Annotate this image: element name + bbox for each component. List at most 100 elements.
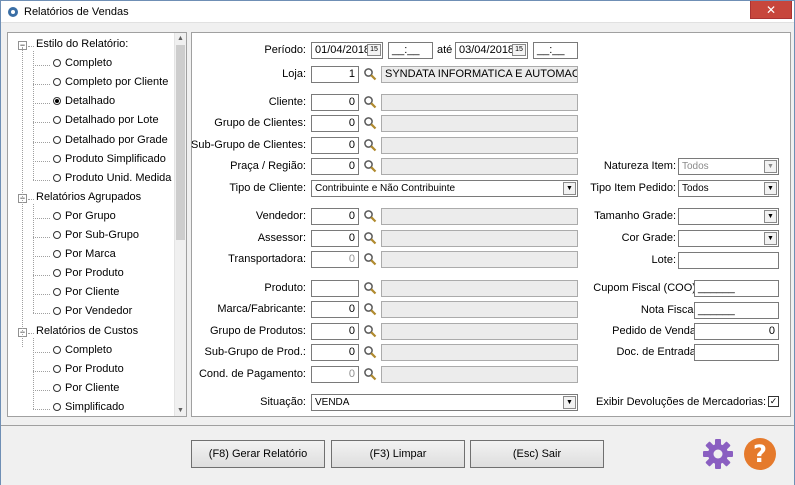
- cor-grade-select[interactable]: ▼: [678, 230, 779, 247]
- produto-code-field[interactable]: [311, 280, 359, 297]
- help-icon[interactable]: ?: [744, 438, 776, 470]
- cond-pagamento-code-field[interactable]: 0: [311, 366, 359, 383]
- radio-icon[interactable]: [53, 135, 61, 144]
- search-icon[interactable]: [363, 367, 377, 381]
- tree-radio-item[interactable]: Completo por Cliente: [53, 76, 168, 88]
- limpar-button[interactable]: (F3) Limpar: [331, 440, 465, 468]
- search-icon[interactable]: [363, 302, 377, 316]
- tree-radio-item[interactable]: Por Cliente: [53, 382, 119, 394]
- tree-radio-item[interactable]: Simplificado: [53, 401, 124, 413]
- grupo-produtos-label: Grupo de Produtos:: [209, 325, 306, 337]
- tipo-item-pedido-select[interactable]: Todos ▼: [678, 180, 779, 197]
- loja-code-field[interactable]: 1: [311, 66, 359, 83]
- tree-radio-item[interactable]: Por Cliente: [53, 286, 119, 298]
- search-icon[interactable]: [363, 209, 377, 223]
- tree-radio-item[interactable]: Produto Unid. Medida: [53, 172, 171, 184]
- vendedor-code-field[interactable]: 0: [311, 208, 359, 225]
- tree-connector: [28, 198, 34, 200]
- grupo-produtos-name-field: [381, 323, 578, 340]
- scroll-down-icon[interactable]: ▼: [177, 407, 184, 414]
- sair-button[interactable]: (Esc) Sair: [470, 440, 604, 468]
- praca-regiao-code-field[interactable]: 0: [311, 158, 359, 175]
- loja-label: Loja:: [282, 68, 306, 80]
- tree-item-label: Completo: [65, 343, 113, 356]
- search-icon[interactable]: [363, 159, 377, 173]
- radio-selected-icon[interactable]: [53, 97, 61, 106]
- marca-fabricante-code-field[interactable]: 0: [311, 301, 359, 318]
- subgrupo-prod-code-field[interactable]: 0: [311, 344, 359, 361]
- assessor-code-field[interactable]: 0: [311, 230, 359, 247]
- radio-icon[interactable]: [53, 250, 61, 259]
- tree-connector: [33, 103, 50, 105]
- subgrupo-clientes-code-field[interactable]: 0: [311, 137, 359, 154]
- radio-icon[interactable]: [53, 383, 61, 392]
- tree-radio-item[interactable]: Detalhado por Grade: [53, 134, 168, 146]
- tree-group-label[interactable]: Relatórios Agrupados: [36, 191, 141, 203]
- time-to-field[interactable]: __:__: [533, 42, 578, 59]
- natureza-item-select[interactable]: Todos ▼: [678, 158, 779, 175]
- lote-field[interactable]: [678, 252, 779, 269]
- tree-radio-item[interactable]: Por Marca: [53, 248, 116, 260]
- search-icon[interactable]: [363, 252, 377, 266]
- search-icon[interactable]: [363, 324, 377, 338]
- doc-entrada-field[interactable]: [694, 344, 779, 361]
- grupo-produtos-code-field[interactable]: 0: [311, 323, 359, 340]
- tree-group-label[interactable]: Estilo do Relatório:: [36, 38, 128, 50]
- radio-icon[interactable]: [53, 116, 61, 125]
- tree-radio-item[interactable]: Produto Simplificado: [53, 153, 166, 165]
- radio-icon[interactable]: [53, 269, 61, 278]
- tree-radio-item[interactable]: Por Grupo: [53, 210, 116, 222]
- tree-scrollbar[interactable]: ▲ ▼: [174, 33, 186, 416]
- cupom-fiscal-field[interactable]: ______: [694, 280, 779, 297]
- grupo-clientes-code-field[interactable]: 0: [311, 115, 359, 132]
- search-icon[interactable]: [363, 231, 377, 245]
- calendar-icon[interactable]: 15: [367, 44, 381, 56]
- search-icon[interactable]: [363, 345, 377, 359]
- radio-icon[interactable]: [53, 364, 61, 373]
- tree-radio-item[interactable]: Completo: [53, 57, 112, 69]
- search-icon[interactable]: [363, 281, 377, 295]
- tree-group-label[interactable]: Relatórios de Custos: [36, 325, 138, 337]
- radio-icon[interactable]: [53, 78, 61, 87]
- gerar-relatorio-button[interactable]: (F8) Gerar Relatório: [191, 440, 325, 468]
- tipo-cliente-select[interactable]: Contribuinte e Não Contribuinte ▼: [311, 180, 578, 197]
- search-icon[interactable]: [363, 116, 377, 130]
- cliente-code-field[interactable]: 0: [311, 94, 359, 111]
- radio-icon[interactable]: [53, 211, 61, 220]
- tree-radio-item[interactable]: Detalhado por Lote: [53, 114, 159, 126]
- pedido-venda-field[interactable]: 0: [694, 323, 779, 340]
- radio-icon[interactable]: [53, 154, 61, 163]
- time-from-field[interactable]: __:__: [388, 42, 433, 59]
- tree-radio-item[interactable]: Completo: [53, 344, 112, 356]
- radio-icon[interactable]: [53, 307, 61, 316]
- radio-icon[interactable]: [53, 231, 61, 240]
- date-to-field[interactable]: 03/04/2018 15: [455, 42, 528, 59]
- tree-radio-item[interactable]: Por Produto: [53, 363, 124, 375]
- calendar-icon[interactable]: 15: [512, 44, 526, 56]
- search-icon[interactable]: [363, 67, 377, 81]
- search-icon[interactable]: [363, 95, 377, 109]
- date-from-field[interactable]: 01/04/2018 15: [311, 42, 383, 59]
- tipo-item-pedido-label: Tipo Item Pedido:: [590, 182, 676, 194]
- close-button[interactable]: ✕: [750, 1, 792, 19]
- radio-icon[interactable]: [53, 288, 61, 297]
- scroll-up-icon[interactable]: ▲: [177, 35, 184, 42]
- tree-radio-item[interactable]: Detalhado: [53, 95, 115, 107]
- tamanho-grade-select[interactable]: ▼: [678, 208, 779, 225]
- radio-icon[interactable]: [53, 173, 61, 182]
- situacao-select[interactable]: VENDA ▼: [311, 394, 578, 411]
- scroll-thumb[interactable]: [176, 45, 185, 240]
- gear-icon[interactable]: [702, 438, 734, 470]
- nota-fiscal-field[interactable]: ______: [694, 302, 779, 319]
- praca-regiao-name-field: [381, 158, 578, 175]
- search-icon[interactable]: [363, 138, 377, 152]
- radio-icon[interactable]: [53, 345, 61, 354]
- radio-icon[interactable]: [53, 59, 61, 68]
- tree-radio-item[interactable]: Por Sub-Grupo: [53, 229, 139, 241]
- exibir-devolucoes-checkbox[interactable]: ✓: [768, 396, 779, 407]
- doc-entrada-label: Doc. de Entrada:: [616, 346, 699, 358]
- transportadora-code-field[interactable]: 0: [311, 251, 359, 268]
- radio-icon[interactable]: [53, 402, 61, 411]
- tree-radio-item[interactable]: Por Produto: [53, 267, 124, 279]
- tree-radio-item[interactable]: Por Vendedor: [53, 305, 132, 317]
